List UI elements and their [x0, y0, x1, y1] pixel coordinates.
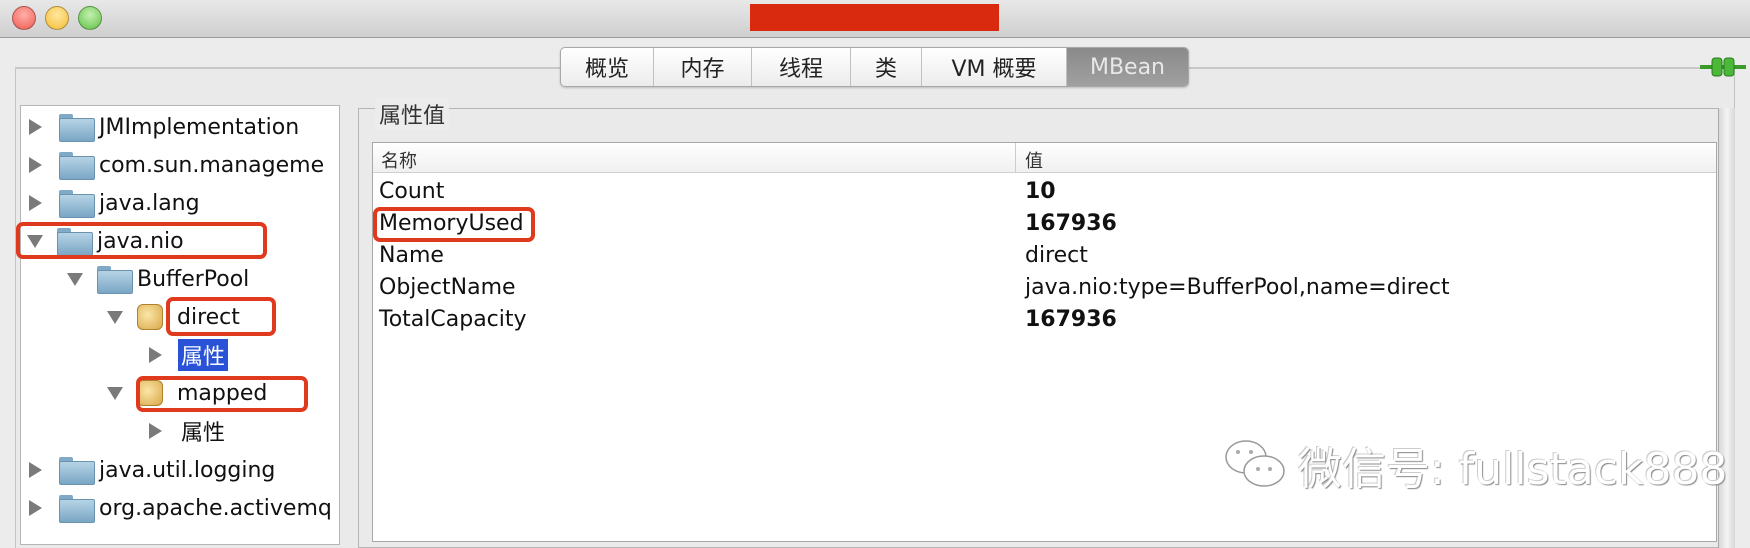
expand-icon[interactable] — [29, 195, 42, 211]
folder-icon — [97, 266, 133, 294]
minimize-button[interactable] — [45, 6, 69, 30]
table-row[interactable]: Name direct — [373, 241, 1716, 273]
annotation-direct — [166, 297, 276, 336]
tab-overview[interactable]: 概览 — [561, 48, 654, 86]
collapse-icon[interactable] — [107, 310, 123, 324]
watermark: 微信号: fullstack888 — [1222, 433, 1727, 497]
tree-node-direct-attributes[interactable]: 属性 — [149, 336, 229, 374]
tab-memory[interactable]: 内存 — [654, 48, 752, 86]
folder-icon — [59, 495, 95, 523]
redacted-title — [750, 4, 999, 31]
tab-vm-summary[interactable]: VM 概要 — [922, 48, 1067, 86]
green-plug-icon[interactable] — [1700, 57, 1746, 77]
annotation-memoryused — [373, 207, 535, 242]
table-row[interactable]: ObjectName java.nio:type=BufferPool,name=… — [373, 273, 1716, 305]
tree-node-org-apache-activemq[interactable]: org.apache.activemq — [29, 489, 332, 527]
expand-icon[interactable] — [29, 462, 42, 478]
folder-icon — [59, 457, 95, 485]
table-row[interactable]: MemoryUsed 167936 — [373, 209, 1716, 241]
tree-node-jmimplementation[interactable]: JMImplementation — [29, 108, 299, 146]
expand-icon[interactable] — [149, 347, 162, 363]
annotation-java-nio — [16, 222, 267, 259]
column-header-value[interactable]: 值 — [1025, 147, 1043, 173]
zoom-button[interactable] — [78, 6, 102, 30]
tab-bar: 概览 内存 线程 类 VM 概要 MBean — [560, 47, 1189, 87]
group-legend: 属性值 — [375, 98, 450, 130]
mbean-icon — [137, 304, 163, 330]
expand-icon[interactable] — [29, 500, 42, 516]
title-bar — [0, 0, 1750, 38]
close-button[interactable] — [12, 6, 36, 30]
tab-mbean[interactable]: MBean — [1067, 48, 1188, 86]
folder-icon — [59, 152, 95, 180]
collapse-icon[interactable] — [67, 272, 83, 286]
folder-icon — [59, 190, 95, 218]
table-header: 名称 值 — [373, 143, 1716, 173]
table-row[interactable]: Count 10 — [373, 177, 1716, 209]
expand-icon[interactable] — [29, 119, 42, 135]
tree-node-com-sun-management[interactable]: com.sun.manageme — [29, 146, 324, 184]
tree-node-java-util-logging[interactable]: java.util.logging — [29, 451, 275, 489]
folder-icon — [59, 114, 95, 142]
column-header-name[interactable]: 名称 — [381, 147, 417, 173]
tab-classes[interactable]: 类 — [851, 48, 922, 86]
wechat-icon — [1225, 440, 1285, 487]
tab-threads[interactable]: 线程 — [752, 48, 851, 86]
collapse-icon[interactable] — [107, 386, 123, 400]
tree-node-bufferpool[interactable]: BufferPool — [67, 260, 249, 298]
column-divider[interactable] — [1015, 143, 1016, 173]
expand-icon[interactable] — [149, 423, 162, 439]
expand-icon[interactable] — [29, 157, 42, 173]
tree-node-java-lang[interactable]: java.lang — [29, 184, 200, 222]
tree-node-mapped-attributes[interactable]: 属性 — [149, 412, 225, 450]
table-row[interactable]: TotalCapacity 167936 — [373, 305, 1716, 337]
annotation-mapped — [136, 376, 308, 412]
